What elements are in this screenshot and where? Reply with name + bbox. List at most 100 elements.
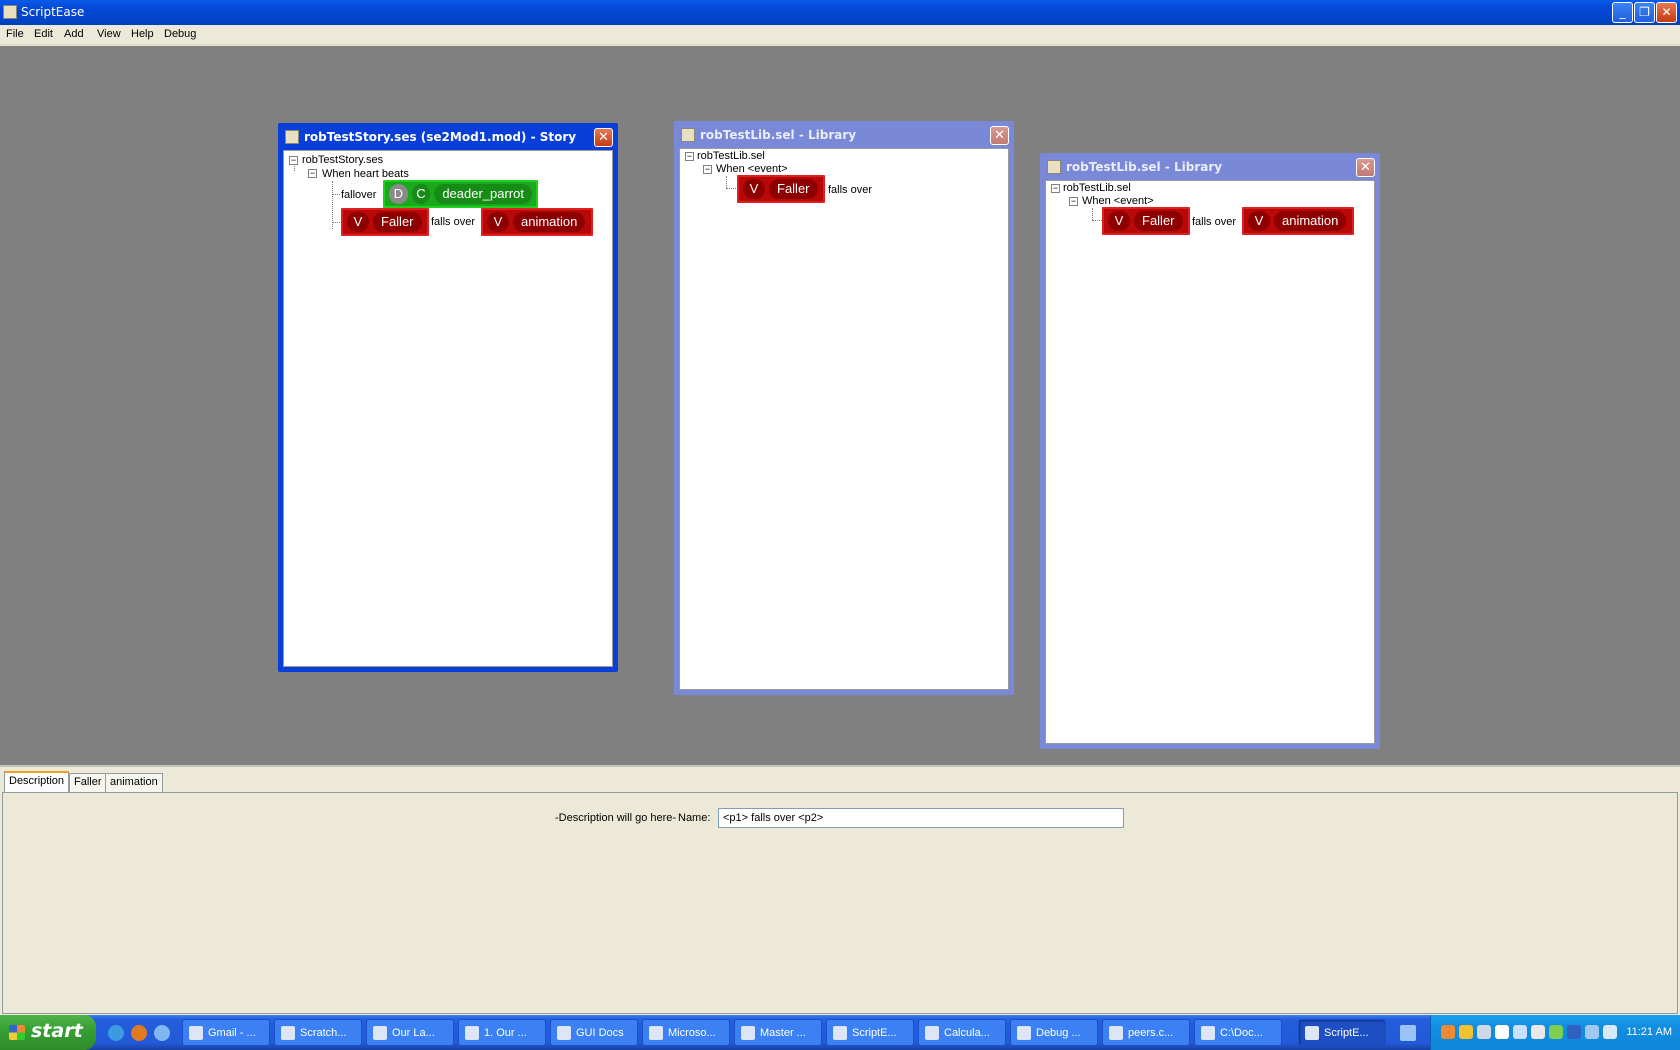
- menu-view[interactable]: View: [97, 28, 121, 40]
- taskbar-button-scratch[interactable]: Scratch...: [274, 1019, 362, 1046]
- tray-icon-1[interactable]: [1441, 1025, 1455, 1039]
- taskbar-button-peers[interactable]: peers.c...: [1102, 1019, 1190, 1046]
- document-icon: [465, 1026, 479, 1040]
- name-field[interactable]: [718, 808, 1124, 828]
- tab-description[interactable]: Description: [4, 771, 70, 792]
- desktop-pane: robTestStory.ses (se2Mod1.mod) - Story ✕…: [0, 46, 1680, 765]
- quicklaunch-icon[interactable]: [154, 1025, 170, 1041]
- python-icon: [1109, 1026, 1123, 1040]
- internet-explorer-icon[interactable]: [108, 1025, 124, 1041]
- taskbar-button-scriptease-1[interactable]: ScriptE...: [826, 1019, 914, 1046]
- description-text: -Description will go here-: [555, 812, 677, 824]
- app-titlebar[interactable]: ScriptEase _ ❐ ✕: [0, 0, 1680, 25]
- document-icon: [281, 1026, 295, 1040]
- faller-block[interactable]: V Faller: [1102, 207, 1190, 235]
- taskbar-button-cdoc[interactable]: C:\Doc...: [1194, 1019, 1282, 1046]
- tree-line: [294, 166, 295, 171]
- notepad-icon: [1201, 1026, 1215, 1040]
- library-frame-1-titlebar[interactable]: robTestLib.sel - Library: [677, 124, 1011, 146]
- menu-edit[interactable]: Edit: [34, 28, 53, 40]
- deader-parrot-block[interactable]: D C deader_parrot: [383, 180, 538, 208]
- windows-taskbar: start Gmail - ... Scratch... Our La... 1…: [0, 1015, 1680, 1050]
- falls-over-text: falls over: [828, 184, 873, 196]
- start-button[interactable]: start: [0, 1015, 96, 1050]
- restore-button[interactable]: ❐: [1634, 2, 1655, 23]
- story-frame-title: robTestStory.ses (se2Mod1.mod) - Story: [304, 130, 577, 144]
- tree-expander-icon[interactable]: −: [685, 152, 694, 161]
- taskbar-button-microsoft[interactable]: Microso...: [642, 1019, 730, 1046]
- tree-expander-icon[interactable]: −: [308, 169, 317, 178]
- tree-line: [332, 222, 340, 223]
- frame-icon: [285, 130, 299, 144]
- tab-faller[interactable]: Faller: [69, 773, 107, 792]
- tray-icon-10[interactable]: [1603, 1025, 1617, 1039]
- library-frame-1[interactable]: robTestLib.sel - Library ✕ − robTestLib.…: [674, 121, 1014, 695]
- mail-icon[interactable]: [1495, 1025, 1509, 1039]
- tab-animation[interactable]: animation: [105, 773, 163, 792]
- tree-cause-node[interactable]: When <event>: [1082, 195, 1154, 207]
- properties-panel: Description Faller animation -Descriptio…: [0, 765, 1680, 1015]
- close-button[interactable]: ✕: [1656, 2, 1677, 23]
- document-icon: [741, 1026, 755, 1040]
- story-tree: − robTestStory.ses − When heart beats fa…: [283, 150, 613, 667]
- tree-cause-node[interactable]: When <event>: [716, 163, 788, 175]
- taskbar-button-gui-docs[interactable]: GUI Docs: [550, 1019, 638, 1046]
- system-tray: 11:21 AM: [1430, 1015, 1680, 1050]
- menu-help[interactable]: Help: [131, 28, 154, 40]
- animation-block[interactable]: V animation: [481, 208, 593, 236]
- tree-expander-icon[interactable]: −: [703, 165, 712, 174]
- story-frame-titlebar[interactable]: robTestStory.ses (se2Mod1.mod) - Story: [281, 126, 615, 148]
- story-frame[interactable]: robTestStory.ses (se2Mod1.mod) - Story ✕…: [278, 123, 618, 672]
- volume-icon[interactable]: [1531, 1025, 1545, 1039]
- v-badge: V: [1248, 211, 1270, 231]
- tree-cause-node[interactable]: When heart beats: [322, 168, 409, 180]
- library-tree-1: − robTestLib.sel − When <event> V Faller…: [679, 148, 1009, 690]
- animation-label: animation: [513, 212, 586, 232]
- library-frame-2[interactable]: robTestLib.sel - Library ✕ − robTestLib.…: [1040, 153, 1380, 749]
- falls-over-text: falls over: [1192, 216, 1237, 228]
- tree-root-node[interactable]: robTestLib.sel: [1063, 182, 1131, 194]
- library-tree-2: − robTestLib.sel − When <event> V Faller…: [1045, 180, 1375, 744]
- office-icon: [649, 1026, 663, 1040]
- faller-label: Faller: [1134, 211, 1183, 231]
- tree-expander-icon[interactable]: −: [1069, 197, 1078, 206]
- tree-root-node[interactable]: robTestStory.ses: [302, 154, 383, 166]
- minimize-button[interactable]: _: [1612, 2, 1633, 23]
- printer-icon[interactable]: [1477, 1025, 1491, 1039]
- folder-icon: [373, 1026, 387, 1040]
- taskbar-button-master[interactable]: Master ...: [734, 1019, 822, 1046]
- menu-debug[interactable]: Debug: [164, 28, 196, 40]
- tree-expander-icon[interactable]: −: [1051, 184, 1060, 193]
- v-badge: V: [1108, 211, 1130, 231]
- taskbar-button-folder[interactable]: Our La...: [366, 1019, 454, 1046]
- taskbar-button-scriptease-2[interactable]: ScriptE...: [1298, 1019, 1386, 1046]
- search-icon[interactable]: [1513, 1025, 1527, 1039]
- tray-icon-8[interactable]: [1567, 1025, 1581, 1039]
- taskbar-button-our[interactable]: 1. Our ...: [458, 1019, 546, 1046]
- library-frame-1-close-button[interactable]: ✕: [990, 126, 1009, 145]
- shield-icon[interactable]: [1459, 1025, 1473, 1039]
- taskbar-button-gmail[interactable]: Gmail - ...: [182, 1019, 270, 1046]
- library-frame-2-titlebar[interactable]: robTestLib.sel - Library: [1043, 156, 1377, 178]
- network-icon[interactable]: [1585, 1025, 1599, 1039]
- wand-icon[interactable]: [1400, 1025, 1416, 1041]
- taskbar-button-debug[interactable]: Debug ...: [1010, 1019, 1098, 1046]
- app-icon: [833, 1026, 847, 1040]
- animation-block[interactable]: V animation: [1242, 207, 1354, 235]
- menu-add[interactable]: Add: [64, 28, 84, 40]
- menu-file[interactable]: File: [6, 28, 24, 40]
- tree-line: [726, 188, 736, 189]
- tree-expander-icon[interactable]: −: [289, 156, 298, 165]
- faller-label: Faller: [373, 212, 422, 232]
- firefox-icon[interactable]: [131, 1025, 147, 1041]
- eclipse-icon: [1017, 1026, 1031, 1040]
- faller-block[interactable]: V Faller: [737, 175, 825, 203]
- story-frame-close-button[interactable]: ✕: [594, 128, 613, 147]
- c-badge: C: [411, 184, 431, 204]
- tree-root-node[interactable]: robTestLib.sel: [697, 150, 765, 162]
- tray-icon-7[interactable]: [1549, 1025, 1563, 1039]
- calculator-icon: [925, 1026, 939, 1040]
- faller-block[interactable]: V Faller: [341, 208, 429, 236]
- library-frame-2-close-button[interactable]: ✕: [1356, 158, 1375, 177]
- taskbar-button-calculator[interactable]: Calcula...: [918, 1019, 1006, 1046]
